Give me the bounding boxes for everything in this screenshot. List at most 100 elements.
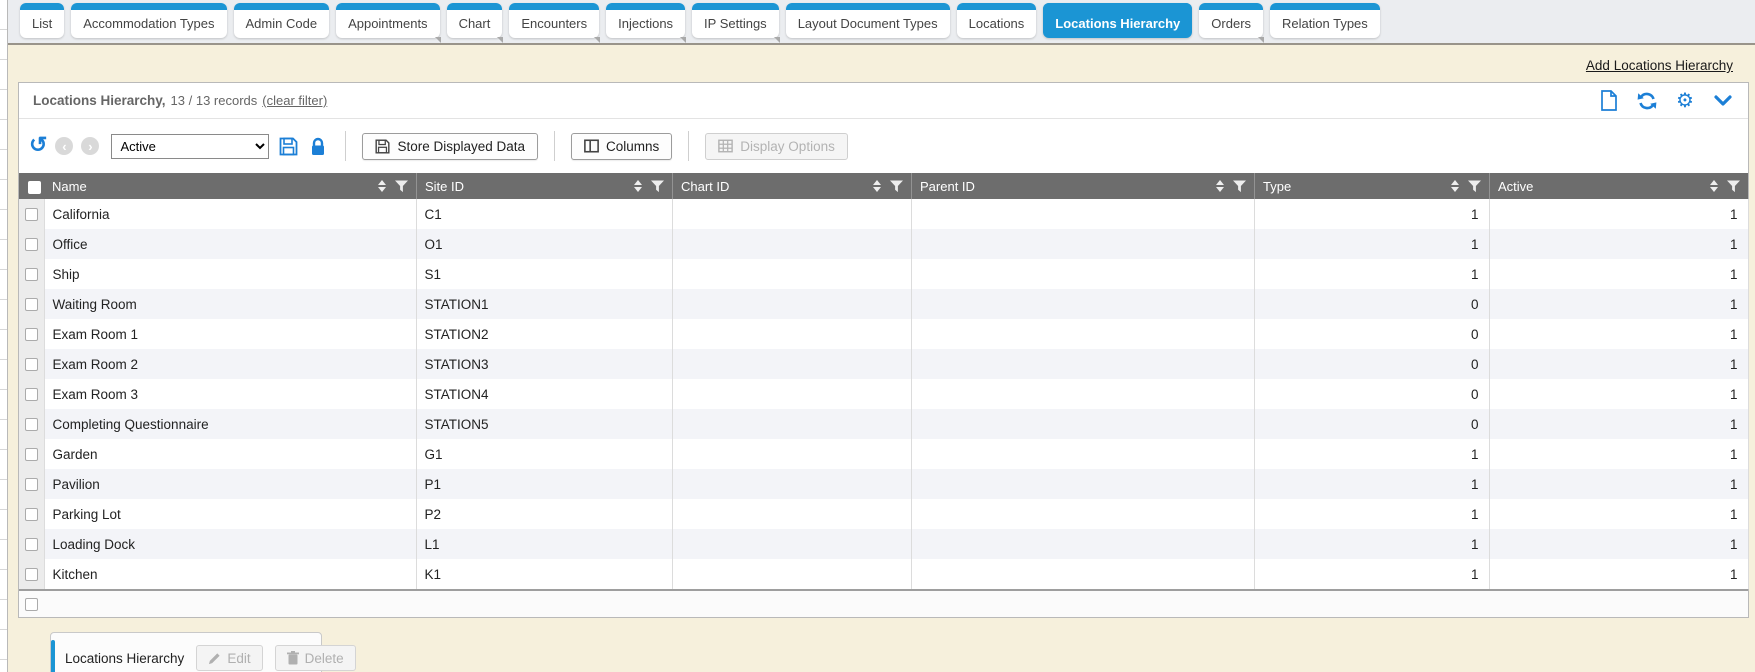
cell-active[interactable]: 1 <box>1489 529 1748 559</box>
table-row[interactable]: Loading Dock L1 1 1 <box>19 529 1748 559</box>
column-header[interactable]: Name <box>44 173 416 199</box>
cell-name[interactable]: Kitchen <box>44 559 416 589</box>
cell-type[interactable]: 0 <box>1254 379 1489 409</box>
undo-icon[interactable]: ↺ <box>29 134 47 156</box>
save-filter-icon[interactable] <box>277 135 299 157</box>
cell-site-id[interactable]: STATION5 <box>416 409 672 439</box>
cell-active[interactable]: 1 <box>1489 349 1748 379</box>
filter-icon[interactable] <box>1727 180 1740 193</box>
column-header[interactable]: Site ID <box>416 173 672 199</box>
cell-active[interactable]: 1 <box>1489 259 1748 289</box>
lock-icon[interactable] <box>307 135 329 157</box>
table-row[interactable]: Office O1 1 1 <box>19 229 1748 259</box>
row-checkbox[interactable] <box>25 208 38 221</box>
collapse-chevron-icon[interactable] <box>1712 90 1734 112</box>
cell-parent-id[interactable] <box>911 229 1254 259</box>
cell-chart-id[interactable] <box>672 319 911 349</box>
cell-name[interactable]: Pavilion <box>44 469 416 499</box>
column-header[interactable]: Parent ID <box>911 173 1254 199</box>
cell-parent-id[interactable] <box>911 379 1254 409</box>
cell-type[interactable]: 0 <box>1254 349 1489 379</box>
cell-parent-id[interactable] <box>911 469 1254 499</box>
cell-type[interactable]: 1 <box>1254 529 1489 559</box>
cell-site-id[interactable]: P1 <box>416 469 672 499</box>
table-row[interactable]: Exam Room 1 STATION2 0 1 <box>19 319 1748 349</box>
column-header[interactable]: Chart ID <box>672 173 911 199</box>
sort-icon[interactable] <box>634 180 642 192</box>
columns-button[interactable]: Columns <box>571 133 672 160</box>
cell-name[interactable]: Waiting Room <box>44 289 416 319</box>
cell-site-id[interactable]: L1 <box>416 529 672 559</box>
next-page-button[interactable]: › <box>81 137 99 155</box>
cell-name[interactable]: Loading Dock <box>44 529 416 559</box>
table-row[interactable]: California C1 1 1 <box>19 199 1748 229</box>
cell-parent-id[interactable] <box>911 439 1254 469</box>
cell-chart-id[interactable] <box>672 469 911 499</box>
cell-active[interactable]: 1 <box>1489 439 1748 469</box>
cell-active[interactable]: 1 <box>1489 319 1748 349</box>
cell-parent-id[interactable] <box>911 259 1254 289</box>
cell-type[interactable]: 1 <box>1254 559 1489 589</box>
cell-name[interactable]: California <box>44 199 416 229</box>
cell-site-id[interactable]: C1 <box>416 199 672 229</box>
refresh-icon[interactable] <box>1636 90 1658 112</box>
table-row[interactable]: Exam Room 2 STATION3 0 1 <box>19 349 1748 379</box>
row-checkbox[interactable] <box>25 268 38 281</box>
cell-name[interactable]: Parking Lot <box>44 499 416 529</box>
cell-parent-id[interactable] <box>911 559 1254 589</box>
table-row[interactable]: Ship S1 1 1 <box>19 259 1748 289</box>
module-tab[interactable]: Admin Code <box>234 3 330 38</box>
cell-type[interactable]: 1 <box>1254 259 1489 289</box>
cell-chart-id[interactable] <box>672 499 911 529</box>
row-checkbox[interactable] <box>25 418 38 431</box>
cell-chart-id[interactable] <box>672 529 911 559</box>
module-tab[interactable]: Orders <box>1199 3 1263 38</box>
column-header[interactable]: Active <box>1489 173 1748 199</box>
cell-active[interactable]: 1 <box>1489 229 1748 259</box>
delete-button[interactable]: Delete <box>275 645 356 671</box>
module-tab[interactable]: IP Settings <box>692 3 779 38</box>
filter-icon[interactable] <box>1233 180 1246 193</box>
status-filter-select[interactable]: Active <box>111 134 269 159</box>
filter-icon[interactable] <box>395 180 408 193</box>
cell-site-id[interactable]: STATION2 <box>416 319 672 349</box>
cell-name[interactable]: Exam Room 1 <box>44 319 416 349</box>
cell-name[interactable]: Garden <box>44 439 416 469</box>
cell-site-id[interactable]: K1 <box>416 559 672 589</box>
row-checkbox[interactable] <box>25 238 38 251</box>
cell-site-id[interactable]: P2 <box>416 499 672 529</box>
filter-icon[interactable] <box>890 180 903 193</box>
cell-active[interactable]: 1 <box>1489 379 1748 409</box>
cell-chart-id[interactable] <box>672 559 911 589</box>
prev-page-button[interactable]: ‹ <box>55 137 73 155</box>
cell-parent-id[interactable] <box>911 199 1254 229</box>
module-tab[interactable]: Locations <box>957 3 1037 38</box>
module-tab[interactable]: Layout Document Types <box>786 3 950 38</box>
row-checkbox[interactable] <box>25 568 38 581</box>
table-row[interactable]: Completing Questionnaire STATION5 0 1 <box>19 409 1748 439</box>
table-row[interactable]: Pavilion P1 1 1 <box>19 469 1748 499</box>
row-checkbox[interactable] <box>25 448 38 461</box>
cell-active[interactable]: 1 <box>1489 469 1748 499</box>
cell-name[interactable]: Exam Room 2 <box>44 349 416 379</box>
module-tab[interactable]: Chart <box>447 3 503 38</box>
table-row[interactable]: Kitchen K1 1 1 <box>19 559 1748 589</box>
cell-site-id[interactable]: O1 <box>416 229 672 259</box>
select-all-checkbox[interactable] <box>28 181 41 194</box>
module-tab[interactable]: Encounters <box>509 3 599 38</box>
table-row[interactable]: Waiting Room STATION1 0 1 <box>19 289 1748 319</box>
store-displayed-data-button[interactable]: Store Displayed Data <box>362 133 538 160</box>
cell-site-id[interactable]: G1 <box>416 439 672 469</box>
cell-type[interactable]: 1 <box>1254 499 1489 529</box>
cell-type[interactable]: 1 <box>1254 229 1489 259</box>
cell-name[interactable]: Ship <box>44 259 416 289</box>
cell-site-id[interactable]: STATION3 <box>416 349 672 379</box>
sort-icon[interactable] <box>1216 180 1224 192</box>
cell-type[interactable]: 0 <box>1254 319 1489 349</box>
cell-parent-id[interactable] <box>911 319 1254 349</box>
sort-icon[interactable] <box>1710 180 1718 192</box>
cell-parent-id[interactable] <box>911 499 1254 529</box>
row-checkbox[interactable] <box>25 538 38 551</box>
cell-chart-id[interactable] <box>672 289 911 319</box>
cell-parent-id[interactable] <box>911 529 1254 559</box>
